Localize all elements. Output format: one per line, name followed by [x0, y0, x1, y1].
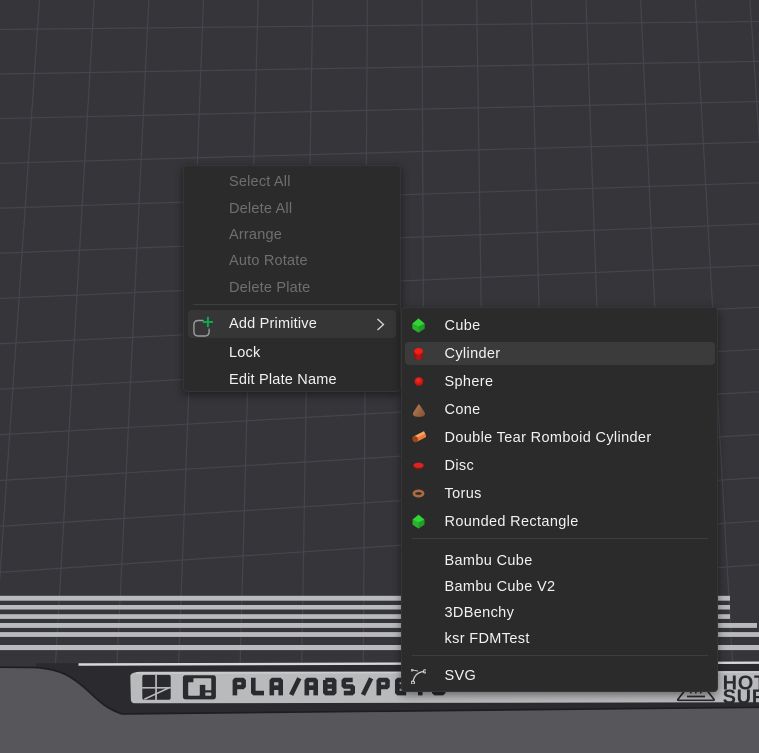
add-primitive-submenu: Cube Cylinder — [401, 307, 718, 692]
submenu-item-label: Sphere — [402, 374, 493, 390]
submenu-item-label: ksr FDMTest — [402, 631, 530, 647]
submenu-item-disc[interactable]: Disc — [402, 452, 717, 480]
submenu-item-label: Cylinder — [402, 346, 501, 362]
menu-item-add-primitive[interactable]: Add Primitive — [184, 310, 400, 339]
submenu-item-cone[interactable]: Cone — [402, 396, 717, 424]
menu-item-delete-all[interactable]: Delete All — [184, 195, 400, 221]
warning-text-line2: SURFACE — [723, 686, 759, 708]
submenu-item-label: 3DBenchy — [402, 605, 514, 621]
submenu-item-svg[interactable]: SVG — [402, 662, 717, 690]
submenu-separator — [412, 655, 708, 656]
submenu-item-torus[interactable]: Torus — [402, 480, 717, 508]
menu-item-label: Delete Plate — [184, 280, 310, 296]
context-menu: Select All Delete All Arrange Auto Rotat… — [183, 165, 401, 392]
menu-item-select-all[interactable]: Select All — [184, 169, 400, 195]
submenu-separator — [412, 538, 708, 539]
menu-item-auto-rotate[interactable]: Auto Rotate — [184, 248, 400, 274]
submenu-item-double-tear-romboid-cylinder[interactable]: Double Tear Romboid Cylinder — [402, 424, 717, 452]
submenu-item-cube[interactable]: Cube — [402, 312, 717, 340]
menu-item-label: Edit Plate Name — [184, 372, 337, 388]
menu-separator — [193, 304, 397, 305]
submenu-item-label: Torus — [402, 486, 482, 502]
submenu-item-rounded-rectangle[interactable]: Rounded Rectangle — [402, 508, 717, 536]
menu-item-delete-plate[interactable]: Delete Plate — [184, 275, 400, 301]
submenu-item-bambu-cube[interactable]: Bambu Cube — [402, 548, 717, 574]
menu-item-label: Auto Rotate — [184, 253, 308, 269]
submenu-item-bambu-cube-v2[interactable]: Bambu Cube V2 — [402, 574, 717, 600]
submenu-item-label: Cube — [402, 318, 481, 334]
submenu-item-3dbenchy[interactable]: 3DBenchy — [402, 600, 717, 626]
submenu-item-label: SVG — [402, 668, 476, 684]
submenu-item-sphere[interactable]: Sphere — [402, 368, 717, 396]
submenu-item-ksr-fdmtest[interactable]: ksr FDMTest — [402, 626, 717, 652]
submenu-item-label: Bambu Cube — [402, 553, 533, 569]
submenu-item-label: Cone — [402, 402, 481, 418]
menu-item-lock[interactable]: Lock — [184, 339, 400, 367]
bambu-logo — [142, 675, 170, 700]
submenu-item-label: Bambu Cube V2 — [402, 579, 555, 595]
menu-item-label: Delete All — [184, 201, 292, 217]
menu-item-label: Arrange — [184, 227, 282, 243]
submenu-item-label: Double Tear Romboid Cylinder — [402, 430, 652, 446]
submenu-item-cylinder[interactable]: Cylinder — [402, 340, 717, 368]
menu-item-label: Add Primitive — [184, 316, 317, 332]
viewport-3d[interactable]: HOT SURFACE Select All Delete All Arrang… — [0, 0, 759, 753]
submenu-item-label: Disc — [402, 458, 474, 474]
plate-model-logo — [183, 675, 216, 699]
menu-item-label: Lock — [184, 345, 260, 361]
menu-item-arrange[interactable]: Arrange — [184, 222, 400, 248]
submenu-item-label: Rounded Rectangle — [402, 514, 579, 530]
submenu-arrow-icon — [376, 318, 385, 331]
menu-item-edit-plate-name[interactable]: Edit Plate Name — [184, 366, 400, 391]
menu-item-label: Select All — [184, 174, 291, 190]
